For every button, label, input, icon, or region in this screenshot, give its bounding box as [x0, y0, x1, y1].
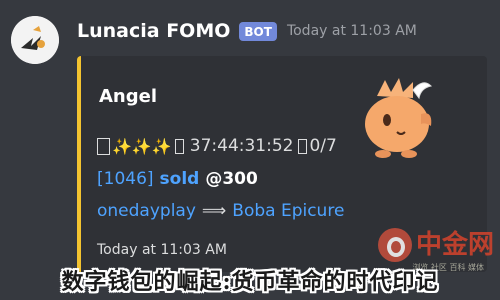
box-glyph-icon	[298, 138, 308, 154]
axie-creature-thumbnail[interactable]	[357, 76, 437, 161]
author-name[interactable]: Lunacia FOMO	[77, 20, 230, 42]
watermark-logo-icon	[377, 228, 412, 262]
watermark-text: 中金网	[415, 230, 494, 260]
bot-avatar[interactable]	[11, 16, 59, 64]
embed-line-transfer: onedayplay ⟹ Boba Epicure	[97, 201, 344, 221]
seller-link[interactable]: onedayplay	[97, 201, 196, 221]
item-id-link[interactable]: [1046]	[97, 169, 154, 189]
sparkles-icon: ✨✨✨	[112, 136, 172, 156]
box-glyph-icon	[97, 137, 110, 155]
embed-accent-bar	[77, 56, 81, 272]
countdown-timer: 37:44:31:52	[189, 136, 294, 156]
embed-line-timer: ✨✨✨ 37:44:31:52 0/7	[97, 136, 337, 156]
sold-label: sold	[159, 169, 200, 189]
embed-footer-timestamp: Today at 11:03 AM	[97, 242, 227, 258]
embed-line-sale: [1046] sold @300	[97, 169, 258, 189]
buyer-link[interactable]: Boba Epicure	[232, 201, 344, 221]
count-value: 0/7	[309, 136, 337, 156]
article-caption: 数字钱包的崛起:货币革命的时代印记	[61, 269, 439, 295]
sale-price: @300	[205, 169, 258, 189]
arrow-right-icon: ⟹	[201, 201, 227, 221]
message-timestamp: Today at 11:03 AM	[286, 23, 417, 39]
site-watermark: 中金网 浏览 社区 百科 媒体	[377, 228, 494, 272]
bot-badge: BOT	[239, 21, 277, 41]
message-header: Lunacia FOMO BOT Today at 11:03 AM	[77, 18, 417, 44]
embed-title: Angel	[99, 86, 158, 107]
box-glyph-icon	[174, 138, 184, 154]
avatar-icon	[11, 16, 59, 64]
